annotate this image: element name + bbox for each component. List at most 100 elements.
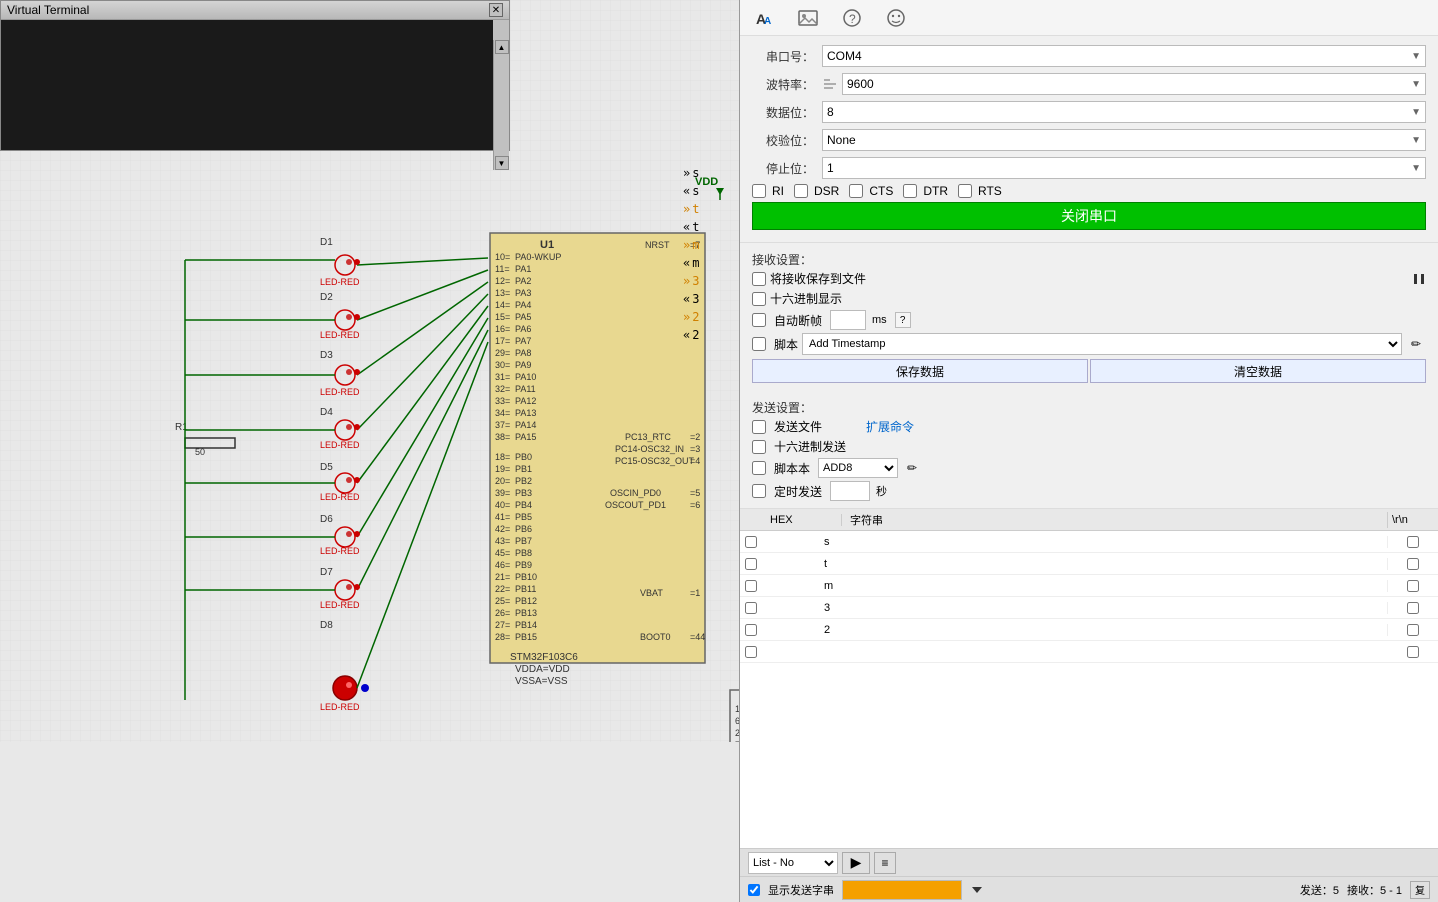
log-val-8: 3 [692,290,699,308]
svg-text:PB13: PB13 [515,608,537,618]
footer-script-row: 脚本本 ADD8 ✏ [752,458,1426,478]
status-bar: 显示发送字串 发送：5 接收：5 - 1 复 [740,876,1438,902]
ri-checkbox[interactable] [752,184,766,198]
vt-scrollbar[interactable]: ▲ ▼ [493,40,509,170]
save-file-checkbox[interactable] [752,272,766,286]
dsr-checkbox[interactable] [794,184,808,198]
row-3-str[interactable]: m [820,580,1388,592]
svg-text:=5: =5 [690,488,700,498]
svg-text:PC15-OSC32_OUT: PC15-OSC32_OUT [615,456,695,466]
ms-input[interactable]: 20 [830,310,866,330]
stopbits-select[interactable]: 1 ▼ [822,157,1426,179]
log-entry-8: « 3 [683,290,735,308]
timestamp-footer-label: 脚本 [774,336,798,353]
display-label-checkbox[interactable] [748,884,760,896]
vt-close-button[interactable]: ✕ [489,3,503,17]
row-6-checkbox[interactable] [745,646,757,658]
hex-send-checkbox[interactable] [752,440,766,454]
send-title: 发送设置： [752,399,1426,416]
parity-value: None [827,133,856,147]
parity-select[interactable]: None ▼ [822,129,1426,151]
emoji-icon-btn[interactable] [882,4,910,32]
timed-value-input[interactable]: 1.0 [830,481,870,501]
svg-text:=6: =6 [690,500,700,510]
vt-titlebar: Virtual Terminal ✕ [1,1,509,20]
svg-text:PA4: PA4 [515,300,531,310]
svg-text:D4: D4 [320,407,333,418]
row-6-crlf[interactable] [1407,646,1419,658]
add8-select[interactable]: ADD8 [818,458,898,478]
rts-checkbox[interactable] [958,184,972,198]
svg-text:PB0: PB0 [515,452,532,462]
row-5-str[interactable]: 2 [820,624,1388,636]
menu-button[interactable]: ≡ [874,852,896,874]
clear-data-button[interactable]: 清空数据 [1090,359,1426,383]
svg-text:41=: 41= [495,512,510,522]
timed-send-checkbox[interactable] [752,484,766,498]
row-2-crlf[interactable] [1407,558,1419,570]
send-button[interactable]: ▶ [842,852,870,874]
table-header: HEX 字符串 \r\n [740,509,1438,531]
row-2-str[interactable]: t [820,558,1388,570]
log-val-2: s [692,182,699,200]
cts-checkbox[interactable] [849,184,863,198]
hex-display-checkbox[interactable] [752,292,766,306]
svg-text:18=: 18= [495,452,510,462]
row-4-checkbox[interactable] [745,602,757,614]
row-3-checkbox[interactable] [745,580,757,592]
svg-text:PB11: PB11 [515,584,536,594]
timestamp-edit-btn[interactable]: ✏ [1406,334,1426,354]
row-1-crlf[interactable] [1407,536,1419,548]
row-2-checkbox[interactable] [745,558,757,570]
save-file-label: 将接收保存到文件 [770,270,866,287]
encoding-arrow-icon [970,883,984,897]
baud-select[interactable]: 9600 ▼ [842,73,1426,95]
auto-frame-checkbox[interactable] [752,313,766,327]
svg-text:D2: D2 [320,292,333,303]
timestamp-checkbox[interactable] [752,337,766,351]
log-arrow-3: » [683,200,690,218]
parity-label: 校验位： [752,132,822,149]
footer-script-checkbox[interactable] [752,461,766,475]
save-data-button[interactable]: 保存数据 [752,359,1088,383]
dtr-checkbox[interactable] [903,184,917,198]
encoding-display[interactable] [842,880,962,900]
svg-text:21=: 21= [495,572,510,582]
script-edit-btn[interactable]: ✏ [902,458,922,478]
databits-select[interactable]: 8 ▼ [822,101,1426,123]
pause-icon[interactable] [1412,272,1426,286]
databits-row: 数据位： 8 ▼ [752,100,1426,124]
port-select[interactable]: COM4 ▼ [822,45,1426,67]
log-val-6: m [692,254,699,272]
row-4-str[interactable]: 3 [820,602,1388,614]
help-icon-btn[interactable]: ? [838,4,866,32]
timestamp-select[interactable]: Add Timestamp [802,333,1402,355]
svg-text:30=: 30= [495,360,510,370]
row-1-checkbox[interactable] [745,536,757,548]
vt-scroll-down[interactable]: ▼ [495,156,509,170]
close-port-button[interactable]: 关闭串口 [752,202,1426,230]
font-icon-btn[interactable]: AA [750,4,778,32]
row-5-crlf[interactable] [1407,624,1419,636]
row-4-crlf[interactable] [1407,602,1419,614]
row-1-str[interactable]: s [820,536,1388,548]
log-entry-6: « m [683,254,735,272]
row-3-crlf[interactable] [1407,580,1419,592]
log-val-5: m [692,236,699,254]
log-entry-7: » 3 [683,272,735,290]
table-row: s [740,531,1438,553]
help-button[interactable]: ? [895,312,911,328]
send-file-checkbox[interactable] [752,420,766,434]
vt-scroll-up[interactable]: ▲ [495,40,509,54]
row-5-checkbox[interactable] [745,624,757,636]
expand-cmd-btn[interactable]: 扩展命令 [866,418,914,435]
svg-text:VDDA=VDD: VDDA=VDD [515,664,570,675]
image-icon-btn[interactable] [794,4,822,32]
list-no-select[interactable]: List - No [748,852,838,874]
svg-text:D7: D7 [320,567,333,578]
port-select-container: COM4 ▼ [822,45,1426,67]
reset-count-button[interactable]: 复 [1410,881,1430,899]
svg-text:PC13_RTC: PC13_RTC [625,432,671,442]
svg-text:PA5: PA5 [515,312,531,322]
timed-send-row: 定时发送 1.0 秒 [752,481,1426,501]
